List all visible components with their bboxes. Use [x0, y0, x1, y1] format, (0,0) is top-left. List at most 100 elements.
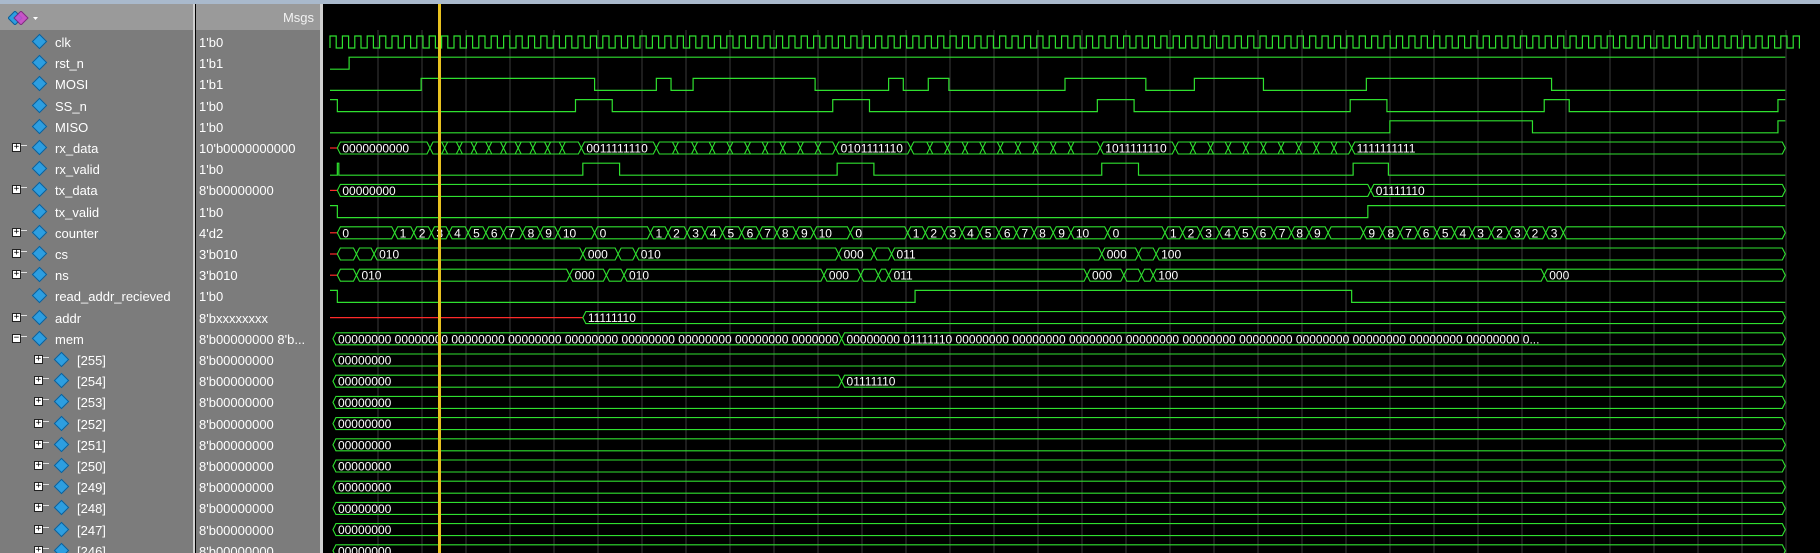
signal-row-mosi[interactable]: MOSI [0, 74, 193, 95]
value-row-246[interactable]: 8'b00000000 [196, 541, 320, 553]
value-row-252[interactable]: 8'b00000000 [196, 414, 320, 435]
wave-cs[interactable]: 010 000 010 000 011 000 100 [330, 247, 1786, 262]
value-row-247[interactable]: 8'b00000000 [196, 520, 320, 541]
wave-rst-n[interactable] [330, 56, 1786, 70]
wave-rx-valid[interactable] [330, 162, 1786, 176]
wave-miso[interactable] [330, 120, 1786, 134]
signal-row-254[interactable]: + [254] [0, 371, 193, 392]
value-row-tx-data[interactable]: 8'b00000000 [196, 180, 320, 201]
expand-icon[interactable]: + [34, 482, 43, 492]
signal-row-counter[interactable]: + counter [0, 223, 193, 244]
wave-253[interactable]: 00000000 [332, 395, 1786, 410]
signal-row-tx-data[interactable]: + tx_data [0, 180, 193, 201]
value-row-mosi[interactable]: 1'b1 [196, 74, 320, 95]
wave-254[interactable]: 00000000 01111110 [332, 374, 1786, 389]
value-row-counter[interactable]: 4'd2 [196, 223, 320, 244]
expand-icon[interactable]: + [34, 461, 43, 470]
value-row-251[interactable]: 8'b00000000 [196, 435, 320, 456]
expand-icon[interactable]: + [12, 312, 21, 322]
value-row-250[interactable]: 8'b00000000 [196, 456, 320, 477]
signal-row-247[interactable]: + [247] [0, 520, 193, 541]
signal-row-rst-n[interactable]: rst_n [0, 53, 193, 74]
signal-row-251[interactable]: + [251] [0, 435, 193, 456]
waveform-canvas[interactable]: 0000000000 0011111110 0101111110 1011111110… [326, 30, 1820, 553]
bus-value-label: 4 [710, 226, 717, 240]
wave-tx-valid[interactable] [330, 205, 1786, 219]
signal-row-253[interactable]: + [253] [0, 392, 193, 413]
signal-row-248[interactable]: + [248] [0, 498, 193, 519]
value-row-miso[interactable]: 1'b0 [196, 117, 320, 138]
collapse-icon[interactable]: − [12, 333, 21, 343]
wave-clk[interactable] [329, 35, 1800, 49]
wave-ns[interactable]: 010 000 010 000 011 000 100 000 [330, 268, 1786, 283]
wave-251[interactable]: 00000000 [332, 438, 1786, 452]
signal-diamond-icon [31, 224, 48, 241]
value-row-254[interactable]: 8'b00000000 [196, 371, 320, 392]
wave-255[interactable]: 00000000 [332, 353, 1786, 368]
expand-icon[interactable]: + [34, 524, 43, 534]
expand-icon[interactable]: + [34, 545, 43, 553]
wave-read-addr-recieved[interactable] [330, 289, 1786, 303]
value-row-addr[interactable]: 8'bxxxxxxxx [196, 308, 320, 329]
value-row-253[interactable]: 8'b00000000 [196, 392, 320, 413]
expand-icon[interactable]: + [12, 227, 21, 237]
signal-row-read-addr-recieved[interactable]: read_addr_recieved [0, 286, 193, 307]
signal-row-clk[interactable]: clk [0, 32, 193, 53]
signal-row-255[interactable]: + [255] [0, 350, 193, 371]
value-row-tx-valid[interactable]: 1'b0 [196, 202, 320, 223]
wave-tx-data[interactable]: 00000000 01111110 [330, 183, 1786, 198]
wave-addr[interactable]: 11111110 [330, 311, 1786, 325]
value-row-rx-data[interactable]: 10'b0000000000 [196, 138, 320, 159]
signal-row-252[interactable]: + [252] [0, 414, 193, 435]
value-row-rst-n[interactable]: 1'b1 [196, 53, 320, 74]
expand-icon[interactable]: + [34, 397, 43, 407]
signal-row-cs[interactable]: + cs [0, 244, 193, 265]
signal-row-249[interactable]: + [249] [0, 477, 193, 498]
value-row-read-addr-recieved[interactable]: 1'b0 [196, 286, 320, 307]
wave-248[interactable]: 00000000 [332, 501, 1786, 516]
wave-counter[interactable]: 0123456789100123456789100123456789100123… [330, 226, 1786, 240]
value-row-cs[interactable]: 3'b010 [196, 244, 320, 265]
signal-row-addr[interactable]: + addr [0, 308, 193, 329]
signal-row-ns[interactable]: + ns [0, 265, 193, 286]
value-row-clk[interactable]: 1'b0 [196, 32, 320, 53]
value-row-249[interactable]: 8'b00000000 [196, 477, 320, 498]
wave-rx-data[interactable]: 0000000000 0011111110 0101111110 1011111110… [330, 141, 1786, 156]
value-row-255[interactable]: 8'b00000000 [196, 350, 320, 371]
waveform-dropdown-icon[interactable] [8, 11, 38, 25]
wave-250[interactable]: 00000000 [332, 459, 1786, 474]
value-row-ns[interactable]: 3'b010 [196, 265, 320, 286]
signal-row-miso[interactable]: MISO [0, 117, 193, 138]
signal-row-rx-valid[interactable]: rx_valid [0, 159, 193, 180]
wave-ss-n[interactable] [330, 99, 1786, 113]
wave-247[interactable]: 00000000 [332, 523, 1786, 537]
signal-row-ss-n[interactable]: SS_n [0, 96, 193, 117]
value-row-ss-n[interactable]: 1'b0 [196, 96, 320, 117]
signal-row-250[interactable]: + [250] [0, 456, 193, 477]
signal-row-mem[interactable]: − mem [0, 329, 193, 350]
value-row-248[interactable]: 8'b00000000 [196, 498, 320, 519]
wave-246[interactable]: 00000000 [332, 544, 1786, 553]
wave-249[interactable]: 00000000 [332, 480, 1786, 495]
wave-mem[interactable]: 00000000 00000000 00000000 00000000 0000… [332, 332, 1786, 346]
signal-row-246[interactable]: + [246] [0, 541, 193, 553]
expand-icon[interactable]: + [34, 418, 43, 428]
expand-icon[interactable]: + [34, 376, 43, 386]
value-row-rx-valid[interactable]: 1'b0 [196, 159, 320, 180]
expand-icon[interactable]: + [12, 185, 21, 195]
signal-values-pane[interactable]: 1'b0 1'b1 1'b1 1'b0 1'b0 10'b0000000000 1'b0 8'… [196, 30, 323, 553]
value-row-mem[interactable]: 8'b00000000 8'b... [196, 329, 320, 350]
expand-icon[interactable]: + [12, 143, 21, 152]
signal-names-pane[interactable]: clk rst_n MOSI SS_n MISO + rx_data rx_valid + tx_… [0, 30, 195, 553]
expand-icon[interactable]: + [12, 270, 21, 280]
time-cursor[interactable] [438, 4, 441, 553]
expand-icon[interactable]: + [34, 503, 43, 513]
expand-icon[interactable]: + [34, 439, 43, 449]
wave-252[interactable]: 00000000 [332, 417, 1786, 431]
signal-row-rx-data[interactable]: + rx_data [0, 138, 193, 159]
expand-icon[interactable]: + [34, 355, 43, 364]
signal-row-tx-valid[interactable]: tx_valid [0, 202, 193, 223]
waveform-pane[interactable]: 0000000000 0011111110 0101111110 1011111110… [326, 30, 1820, 553]
wave-mosi[interactable] [330, 77, 1786, 91]
expand-icon[interactable]: + [12, 249, 21, 258]
